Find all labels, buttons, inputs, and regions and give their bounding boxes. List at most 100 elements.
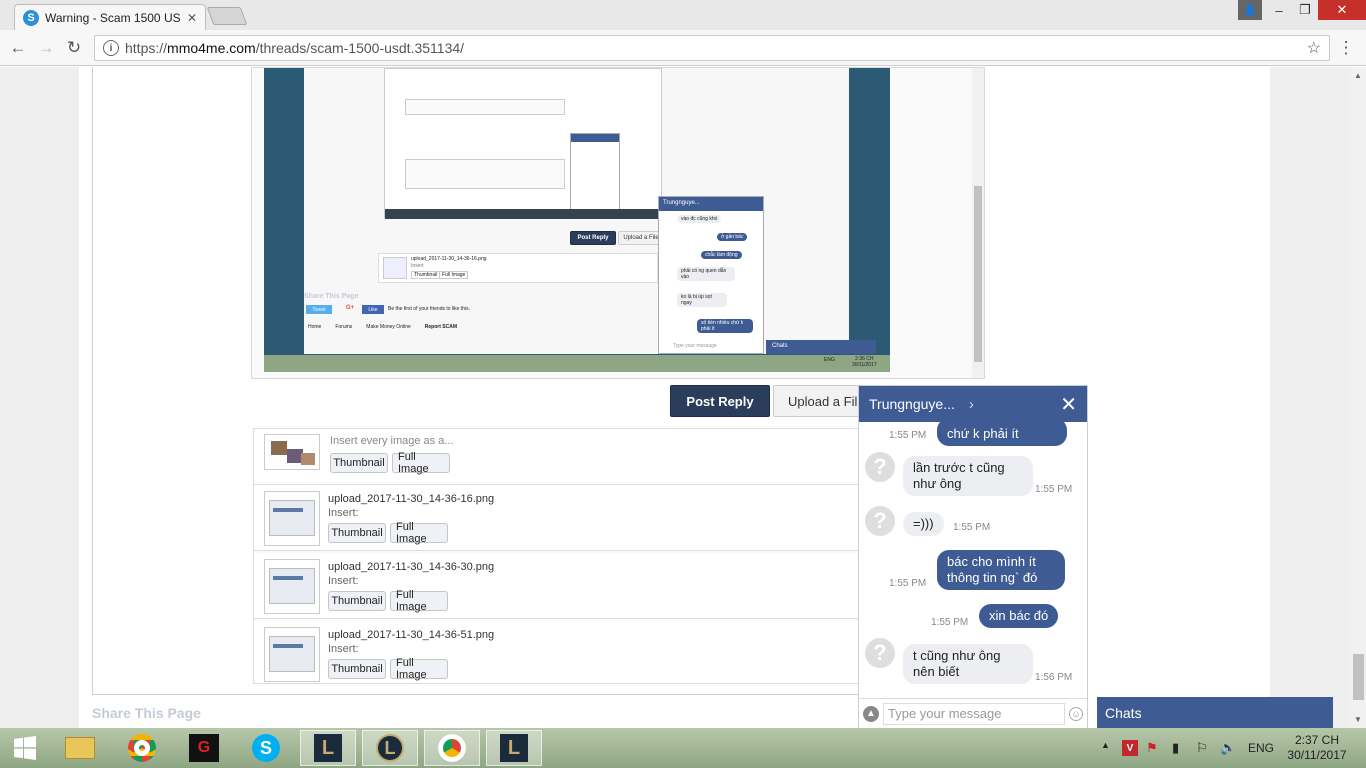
post-reply-button[interactable]: Post Reply xyxy=(670,385,770,417)
vivaldi-tray-icon[interactable]: V xyxy=(1122,740,1138,756)
bookmark-star-icon[interactable]: ☆ xyxy=(1307,38,1321,58)
insert-all-thumbnail-button[interactable]: Thumbnail xyxy=(330,453,388,473)
attachment-row: upload_2017-11-30_14-36-16.png Insert: T… xyxy=(254,485,858,551)
clock-date: 30/11/2017 xyxy=(1287,748,1347,762)
chat-messages[interactable]: 1:55 PM chứ k phải ít ? lần trước t cũng… xyxy=(859,422,1087,697)
insert-all-hint: Insert every image as a... xyxy=(330,435,454,447)
attachment-thumbnail[interactable] xyxy=(264,627,320,682)
chrome-active-icon[interactable] xyxy=(424,730,480,766)
chrome-icon[interactable] xyxy=(114,730,170,766)
league-client-icon[interactable]: L xyxy=(362,730,418,766)
close-icon[interactable]: ✕ xyxy=(1060,392,1077,417)
shot-share-title: Share This Page xyxy=(304,293,359,300)
url-host: mmo4me.com xyxy=(167,40,256,56)
scroll-down-icon[interactable]: ▼ xyxy=(1354,715,1362,724)
shot-chats-bar: Chats xyxy=(766,340,876,354)
message-out: bác cho mình ít thông tin ng` đó xyxy=(937,550,1065,590)
tab-close-icon[interactable]: ✕ xyxy=(187,11,197,25)
network-warning-icon[interactable]: ⚑ xyxy=(1146,740,1158,756)
new-tab-button[interactable] xyxy=(206,7,248,25)
chat-window: Trungnguye... › ✕ 1:55 PM chứ k phải ít … xyxy=(858,385,1088,728)
attachment-thumbnail[interactable] xyxy=(264,491,320,546)
thumbnail-button[interactable]: Thumbnail xyxy=(328,591,386,611)
thumbnail-button[interactable]: Thumbnail xyxy=(328,523,386,543)
page-scrollbar[interactable]: ▲ ▼ xyxy=(1350,67,1366,728)
shot-page: Post Reply Upload a File upload_2017-11-… xyxy=(304,68,849,354)
thumbnail-button[interactable]: Thumbnail xyxy=(328,659,386,679)
browser-tab-active[interactable]: S Warning - Scam 1500 USDT ✕ xyxy=(14,4,206,30)
chat-input-bar: ▲ Type your message ☺ xyxy=(859,698,1087,728)
flag-icon[interactable]: ⚐ xyxy=(1196,740,1208,756)
attachment-row: upload_2017-11-30_14-36-30.png Insert: T… xyxy=(254,553,858,619)
scroll-up-icon[interactable]: ▲ xyxy=(1354,71,1362,80)
chevron-right-icon[interactable]: › xyxy=(969,396,974,413)
shot-crumb: Report SCAM xyxy=(424,324,457,330)
shot-gplus-button: G+ xyxy=(346,305,355,311)
insert-all-full-image-button[interactable]: Full Image xyxy=(392,451,450,475)
chat-message-input[interactable]: Type your message xyxy=(883,702,1065,725)
page-scroll-thumb[interactable] xyxy=(1353,654,1364,700)
language-indicator[interactable]: ENG xyxy=(1248,741,1274,755)
image-scroll-thumb[interactable] xyxy=(974,186,982,362)
clock[interactable]: 2:37 CH 30/11/2017 xyxy=(1286,733,1348,763)
garena-icon[interactable]: G xyxy=(176,730,232,766)
tray-expand-icon[interactable]: ▲ xyxy=(1101,740,1110,750)
full-image-button[interactable]: Full Image xyxy=(390,521,448,545)
avatar-icon: ? xyxy=(865,506,895,536)
start-windows-icon[interactable] xyxy=(0,730,50,766)
league-icon-2[interactable]: L xyxy=(486,730,542,766)
attachment-file-name[interactable]: upload_2017-11-30_14-36-30.png xyxy=(328,561,494,573)
emoji-icon[interactable]: ☺ xyxy=(1069,706,1083,721)
shot-crumb: Home xyxy=(308,324,322,330)
minimize-button[interactable]: – xyxy=(1266,0,1292,20)
shot-attachment-row: upload_2017-11-30_14-36-16.png Insert Th… xyxy=(378,253,658,283)
chat-header[interactable]: Trungnguye... › ✕ xyxy=(859,386,1087,422)
volume-icon[interactable]: 🔈 xyxy=(1220,740,1236,756)
content-box-border xyxy=(92,67,93,695)
shot-clock: 2:36 CH 30/11/2017 xyxy=(852,356,877,368)
message-time: 1:55 PM xyxy=(889,578,927,589)
attachment-file-name[interactable]: upload_2017-11-30_14-36-51.png xyxy=(328,629,494,641)
image-scrollbar[interactable] xyxy=(972,68,984,378)
restore-button[interactable]: ❐ xyxy=(1292,0,1318,20)
message-out: xin bác đó xyxy=(979,604,1059,628)
league-icon[interactable]: L xyxy=(300,730,356,766)
file-explorer-icon[interactable] xyxy=(52,730,108,766)
avatar-icon: ? xyxy=(865,452,895,482)
skype-icon[interactable]: S xyxy=(238,730,294,766)
shot-chat-msg: ko là bị úp sọt ngay xyxy=(677,293,727,307)
attachment-insert-label: Insert: xyxy=(328,575,359,587)
forward-arrow-icon[interactable]: → xyxy=(34,36,58,60)
expand-icon[interactable]: ▲ xyxy=(863,705,879,722)
clock-time: 2:37 CH xyxy=(1294,733,1340,747)
message-time: 1:55 PM xyxy=(953,522,991,533)
multi-image-icon xyxy=(264,434,320,470)
shot-tweet-button: Tweet xyxy=(306,305,332,314)
shot-chat-msg: chắc làm động xyxy=(701,251,742,259)
shot-chat-msg: ở gần bác xyxy=(717,233,748,241)
reload-icon[interactable]: ↻ xyxy=(62,36,86,60)
menu-kebab-icon[interactable]: ⋮ xyxy=(1334,36,1358,60)
avatar-icon: ? xyxy=(865,638,895,668)
site-favicon-icon: S xyxy=(23,9,39,26)
shot-taskbar: ENG 2:36 CH 30/11/2017 xyxy=(264,355,890,372)
close-window-button[interactable]: ✕ xyxy=(1318,0,1366,20)
shot-full-image-button: Full Image xyxy=(439,271,469,279)
address-bar[interactable]: i https://mmo4me.com/threads/scam-1500-u… xyxy=(94,35,1330,61)
attachment-list: Insert every image as a... Thumbnail Ful… xyxy=(253,428,859,684)
full-image-button[interactable]: Full Image xyxy=(390,589,448,613)
power-icon[interactable]: ▮ xyxy=(1172,740,1179,756)
chat-contact-name[interactable]: Trungnguye... xyxy=(869,396,955,412)
back-arrow-icon[interactable]: ← xyxy=(6,36,30,60)
chats-bar[interactable]: Chats xyxy=(1097,697,1333,728)
attachment-thumbnail[interactable] xyxy=(264,559,320,614)
shot-nested-image xyxy=(384,68,663,219)
shot-post-reply-button: Post Reply xyxy=(570,231,616,245)
attachment-file-name[interactable]: upload_2017-11-30_14-36-16.png xyxy=(328,493,494,505)
shot-chat-placeholder: Type your message xyxy=(673,343,717,349)
shot-lang: ENG xyxy=(824,357,835,363)
info-icon[interactable]: i xyxy=(103,40,119,56)
full-image-button[interactable]: Full Image xyxy=(390,657,448,681)
user-profile-icon[interactable]: 👤 xyxy=(1238,0,1262,20)
message-time: 1:55 PM xyxy=(931,617,969,628)
